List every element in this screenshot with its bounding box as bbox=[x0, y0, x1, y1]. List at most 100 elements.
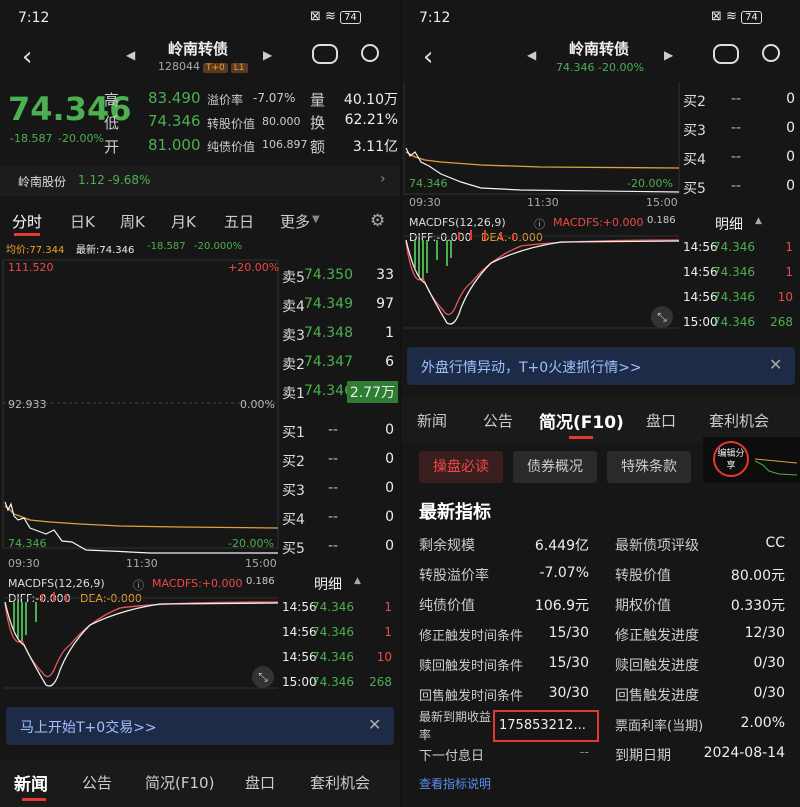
premium-label: 溢价率 bbox=[207, 93, 244, 107]
indicator-row: 票面利率(当期) 2.00% bbox=[615, 715, 785, 734]
bond-code: 128044 T+0 L1 bbox=[158, 60, 248, 73]
stock-price: 1.12 bbox=[78, 173, 105, 187]
volume-value: 40.10万 bbox=[343, 92, 398, 108]
avg-price-line bbox=[4, 505, 279, 529]
tab-arbitrage[interactable]: 套利机会 bbox=[709, 410, 769, 431]
time-end: 15:00 bbox=[646, 196, 678, 209]
tick-row: 14:56 74.346 1 bbox=[282, 600, 392, 614]
share-thumbnail[interactable]: 编辑分享 bbox=[703, 437, 800, 483]
prev-arrow-icon[interactable]: ◀ bbox=[126, 48, 135, 62]
page-title: 岭南转债 bbox=[168, 40, 229, 58]
chart-bottom-pct: -20.00% bbox=[627, 177, 673, 190]
tab-more[interactable]: 更多 bbox=[280, 211, 310, 232]
avg-price-label: 均价:77.344 bbox=[6, 245, 65, 256]
promo-banner[interactable]: 外盘行情异动，T+0火速抓行情>> ✕ bbox=[407, 347, 795, 385]
buy-row: 买5 -- 0 bbox=[282, 538, 394, 557]
tab-news[interactable]: 新闻 bbox=[14, 770, 48, 795]
macd-title[interactable]: MACDFS(12,26,9) bbox=[8, 577, 105, 590]
sell-row: 卖5 74.350 33 bbox=[282, 267, 394, 286]
robot-icon[interactable] bbox=[312, 44, 338, 64]
indicator-help-link[interactable]: 查看指标说明 bbox=[419, 775, 491, 792]
tick-row: 14:56 74.346 1 bbox=[683, 265, 793, 279]
indicator-row: 赎回触发时间条件 15/30 bbox=[419, 655, 589, 674]
macd-chart bbox=[3, 592, 279, 689]
btn-bond-overview[interactable]: 债券概况 bbox=[513, 451, 597, 483]
indicator-row: 期权价值 0.330元 bbox=[615, 598, 785, 614]
next-arrow-icon[interactable]: ▶ bbox=[263, 48, 272, 62]
status-icons: ⊠ ≋ 74 bbox=[711, 9, 762, 24]
sell-row: 卖2 74.347 6 bbox=[282, 354, 394, 373]
order-book: 卖5 74.350 33 卖4 74.349 97 卖3 74.348 1 卖2 74.347… bbox=[280, 260, 400, 560]
next-arrow-icon[interactable]: ▶ bbox=[664, 48, 673, 62]
tab-intraday[interactable]: 分时 bbox=[12, 211, 42, 232]
expand-icon[interactable]: ⤡ bbox=[651, 306, 673, 328]
chart-top-pct: +20.00% bbox=[228, 261, 280, 274]
back-icon[interactable]: ‹ bbox=[423, 42, 433, 72]
amount-value: 3.11亿 bbox=[352, 139, 398, 155]
tab-day-k[interactable]: 日K bbox=[70, 211, 95, 232]
premium-value: -7.07% bbox=[253, 91, 296, 105]
indicator-row: 修正触发进度 12/30 bbox=[615, 625, 785, 644]
tab-f10[interactable]: 简况(F10) bbox=[145, 772, 214, 793]
indicator-row: 修正触发时间条件 15/30 bbox=[419, 625, 589, 644]
btn-special-terms[interactable]: 特殊条款 bbox=[607, 451, 691, 483]
sell-row: 卖1 74.346 2.77万 bbox=[280, 378, 400, 407]
tick-row: 15:00 74.346 268 bbox=[683, 315, 793, 329]
tick-row: 14:56 74.346 1 bbox=[282, 625, 392, 639]
sell-row: 卖4 74.349 97 bbox=[282, 296, 394, 315]
buy-row: 买3 -- 0 bbox=[683, 120, 795, 139]
tick-detail: 明细 ▲ 14:56 74.346 1 14:56 74.346 1 14:56 74.3… bbox=[280, 572, 400, 692]
back-icon[interactable]: ‹ bbox=[22, 42, 32, 72]
time-end: 15:00 bbox=[245, 557, 277, 570]
open-value: 81.000 bbox=[148, 136, 201, 154]
banner-text: 马上开始T+0交易>> bbox=[20, 720, 157, 736]
conv-value: 80.000 bbox=[262, 115, 301, 128]
tick-row: 14:56 74.346 1 bbox=[683, 240, 793, 254]
turnover-label: 换 bbox=[310, 114, 326, 132]
tab-orderbook[interactable]: 盘口 bbox=[245, 772, 275, 793]
avg-line-change: -18.587 bbox=[147, 241, 186, 252]
close-icon[interactable]: ✕ bbox=[769, 355, 782, 374]
tab-week-k[interactable]: 周K bbox=[120, 211, 145, 232]
time-start: 09:30 bbox=[409, 196, 441, 209]
tab-f10[interactable]: 简况(F10) bbox=[539, 408, 624, 433]
indicator-row: 转股价值 80.00元 bbox=[615, 568, 785, 584]
t0-banner[interactable]: 马上开始T+0交易>> ✕ bbox=[6, 707, 394, 745]
robot-icon[interactable] bbox=[713, 44, 739, 64]
btn-must-read[interactable]: 操盘必读 bbox=[419, 451, 503, 483]
time-mid: 11:30 bbox=[527, 196, 559, 209]
tab-news[interactable]: 新闻 bbox=[417, 410, 447, 431]
tab-announcement[interactable]: 公告 bbox=[82, 772, 112, 793]
search-icon[interactable] bbox=[361, 44, 379, 62]
tab-announcement[interactable]: 公告 bbox=[483, 410, 513, 431]
sell-row: 卖3 74.348 1 bbox=[282, 325, 394, 344]
settings-icon[interactable]: ⚙ bbox=[370, 211, 385, 231]
section-title: 最新指标 bbox=[419, 502, 491, 523]
close-icon[interactable]: ✕ bbox=[368, 715, 381, 734]
banner-text: 外盘行情异动，T+0火速抓行情>> bbox=[421, 360, 642, 376]
avg-line-pct: -20.000% bbox=[194, 241, 243, 252]
tab-month-k[interactable]: 月K bbox=[171, 211, 196, 232]
tab-five-day[interactable]: 五日 bbox=[224, 211, 254, 232]
status-icons: ⊠ ≋ 74 bbox=[310, 9, 361, 24]
right-screen: 7:12 ⊠ ≋ 74 ‹ ◀ 岭南转债 74.346 -20.00% ▶ 74… bbox=[401, 0, 800, 807]
expand-icon[interactable]: ⤡ bbox=[252, 666, 274, 688]
intraday-chart[interactable] bbox=[0, 258, 280, 566]
tab-underline bbox=[569, 436, 593, 439]
header-price: 74.346 -20.00% bbox=[556, 61, 644, 74]
buy-row: 买3 -- 0 bbox=[282, 480, 394, 499]
caret-up-icon: ▲ bbox=[755, 216, 762, 226]
tab-arbitrage[interactable]: 套利机会 bbox=[310, 772, 370, 793]
status-time: 7:12 bbox=[18, 10, 50, 26]
prev-arrow-icon[interactable]: ◀ bbox=[527, 48, 536, 62]
high-value: 83.490 bbox=[148, 89, 201, 107]
share-icon: 编辑分享 bbox=[713, 441, 749, 477]
pure-bond-value: 106.897 bbox=[262, 138, 308, 151]
indicator-row: 纯债价值 106.9元 bbox=[419, 598, 589, 614]
tab-orderbook[interactable]: 盘口 bbox=[646, 410, 676, 431]
price-change-pct: -20.00% bbox=[58, 132, 104, 145]
high-label: 高 bbox=[104, 91, 120, 109]
volume-label: 量 bbox=[310, 91, 326, 109]
search-icon[interactable] bbox=[762, 44, 780, 62]
underlying-stock-row[interactable]: 岭南股份 1.12 -9.68% › bbox=[0, 166, 400, 196]
